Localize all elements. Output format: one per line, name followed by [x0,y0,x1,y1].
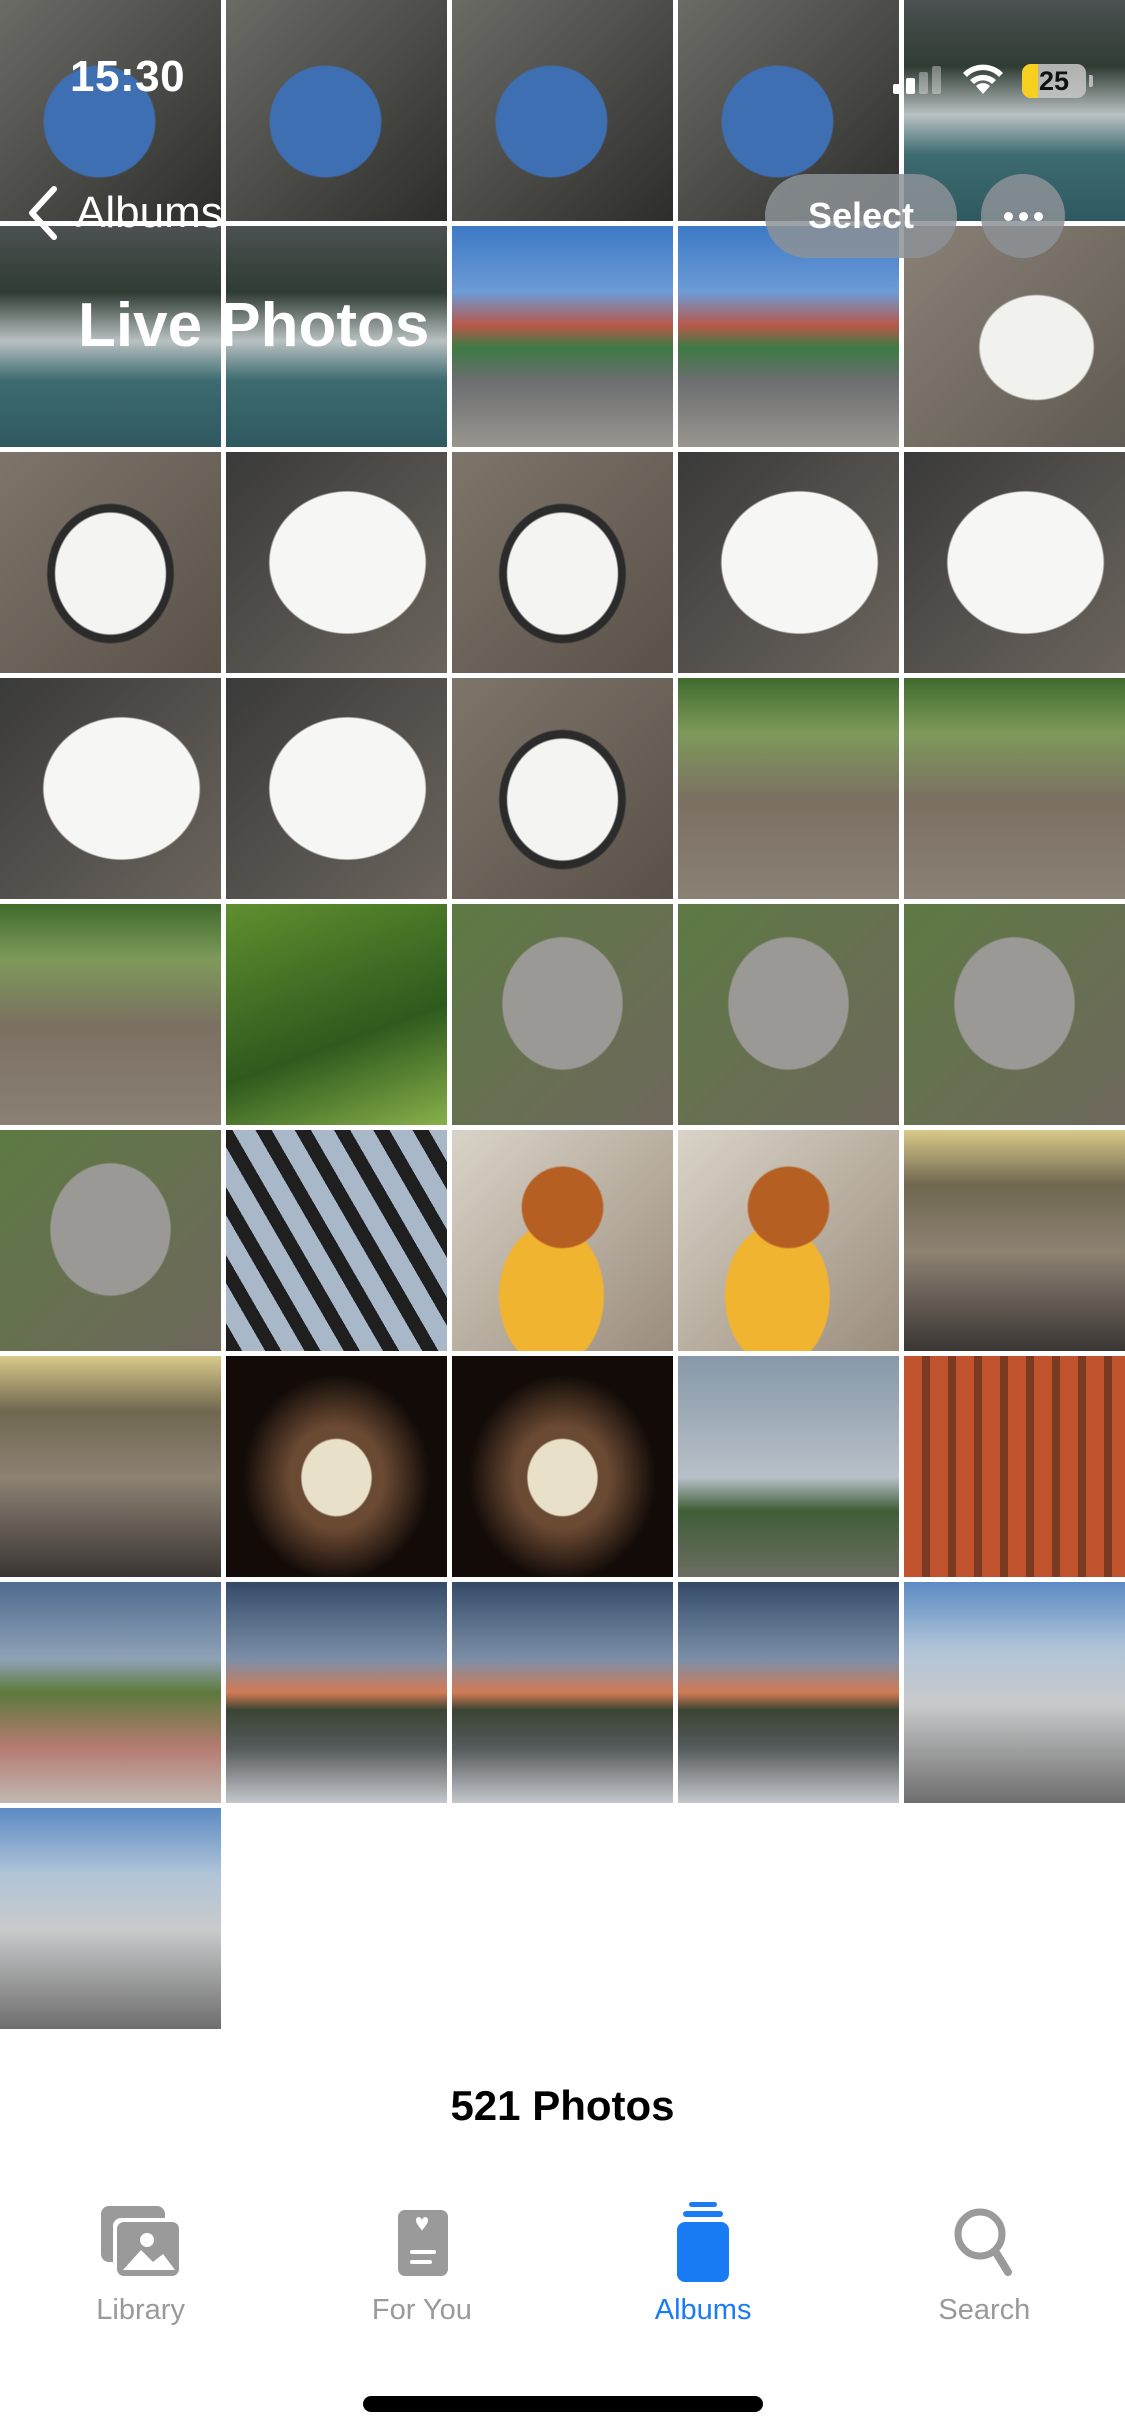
tab-bar: Library For You Albums Search [0,2200,1125,2350]
photo-thumbnail[interactable] [678,226,899,447]
photo-thumbnail[interactable] [452,1130,673,1351]
photo-thumbnail[interactable] [452,226,673,447]
signal-bar [893,84,902,94]
photo-thumbnail[interactable] [0,1356,221,1577]
photo-thumbnail[interactable] [904,904,1125,1125]
wifi-icon [963,64,1003,94]
signal-bar [919,72,928,94]
tab-albums[interactable]: Albums [563,2200,844,2350]
chevron-left-icon [29,186,57,240]
photo-thumbnail[interactable] [0,1582,221,1803]
cellular-signal-icon [893,66,941,94]
photo-thumbnail[interactable] [904,1356,1125,1577]
tab-library[interactable]: Library [0,2200,281,2350]
battery-percent: 25 [1038,66,1070,96]
search-icon [954,2208,1013,2276]
battery-icon: 25 [1022,64,1086,98]
photo-thumbnail[interactable] [0,904,221,1125]
photo-thumbnail[interactable] [904,1582,1125,1803]
status-time: 15:30 [70,52,186,101]
library-icon [100,2206,181,2278]
tab-search[interactable]: Search [844,2200,1125,2350]
tab-label: Albums [654,2294,752,2326]
photo-thumbnail[interactable] [678,1356,899,1577]
photo-thumbnail[interactable] [226,1130,447,1351]
page-title: Live Photos [78,291,430,360]
albums-icon [677,2202,730,2282]
for-you-icon [397,2210,448,2276]
photo-count: 521 Photos [450,2082,675,2129]
more-button[interactable] [981,174,1065,258]
tab-label: For You [371,2294,472,2326]
photo-thumbnail[interactable] [226,904,447,1125]
photo-thumbnail[interactable] [0,1808,221,2029]
photo-thumbnail[interactable] [0,1130,221,1351]
photo-thumbnail[interactable] [226,452,447,673]
status-bar: 15:30 25 [0,0,1125,150]
photo-thumbnail[interactable] [0,452,221,673]
tab-label: Library [96,2294,185,2326]
photo-thumbnail[interactable] [678,452,899,673]
signal-bar [906,78,915,94]
ellipsis-icon [1018,211,1028,221]
ellipsis-icon [1003,211,1013,221]
back-button[interactable]: Albums [24,185,223,241]
photo-thumbnail[interactable] [904,1130,1125,1351]
photo-thumbnail[interactable] [678,1582,899,1803]
photo-thumbnail[interactable] [678,678,899,899]
photo-thumbnail[interactable] [226,1356,447,1577]
photo-thumbnail[interactable] [678,1130,899,1351]
photo-thumbnail[interactable] [452,904,673,1125]
photo-thumbnail[interactable] [678,904,899,1125]
photo-thumbnail[interactable] [452,678,673,899]
back-label: Albums [76,188,223,237]
photo-thumbnail[interactable] [452,1356,673,1577]
ellipsis-icon [1033,211,1043,221]
photo-thumbnail[interactable] [0,678,221,899]
photo-thumbnail[interactable] [226,1582,447,1803]
photo-thumbnail[interactable] [226,678,447,899]
photo-thumbnail[interactable] [904,678,1125,899]
photo-thumbnail[interactable] [904,452,1125,673]
battery-tip [1089,75,1093,87]
tab-for-you[interactable]: For You [281,2200,562,2350]
home-indicator[interactable] [363,2396,763,2412]
tab-label: Search [938,2294,1031,2326]
signal-bar [932,66,941,94]
select-button[interactable]: Select [765,174,957,258]
photo-thumbnail[interactable] [452,1582,673,1803]
photo-thumbnail[interactable] [904,226,1125,447]
photo-thumbnail[interactable] [452,452,673,673]
